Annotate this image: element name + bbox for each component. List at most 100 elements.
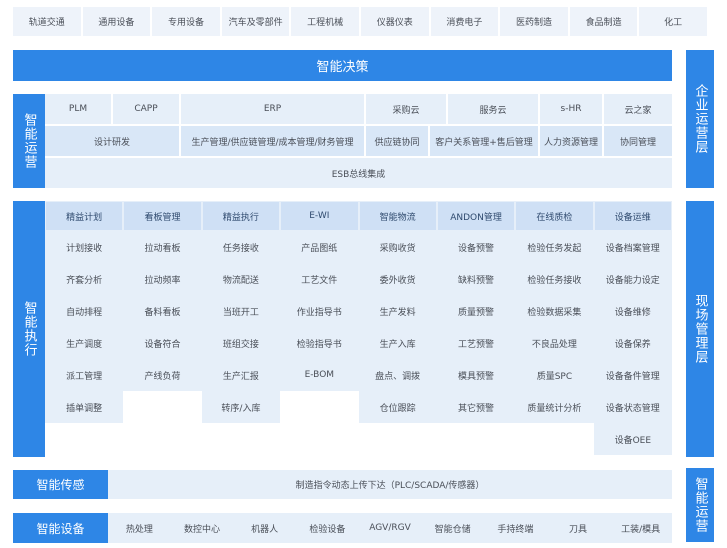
equipment-item: 智能仓储 bbox=[421, 513, 484, 543]
operation-system: 采购云 bbox=[366, 94, 446, 124]
sensing-label: 智能传感 bbox=[13, 470, 108, 499]
execution-header: 设备运维 bbox=[594, 202, 671, 230]
equipment-label: 智能设备 bbox=[13, 513, 108, 543]
execution-label: 智能执行 bbox=[13, 201, 45, 457]
execution-item: 检验任务发起 bbox=[516, 232, 593, 262]
operation-system: PLM bbox=[45, 94, 111, 124]
equipment-item: 手持终端 bbox=[484, 513, 547, 543]
empty-slot bbox=[123, 391, 202, 457]
sensing-text-bar: 制造指令动态上传下达（PLC/SCADA/传感器） bbox=[108, 470, 672, 499]
execution-item: 设备档案管理 bbox=[594, 232, 671, 262]
equipment-item: 工装/模具 bbox=[609, 513, 672, 543]
operation-function: 人力资源管理 bbox=[540, 126, 602, 156]
operation-system: 云之家 bbox=[604, 94, 672, 124]
industry-item: 汽车及零部件 bbox=[221, 7, 290, 36]
execution-item: 设备OEE bbox=[594, 424, 671, 454]
execution-item: 模具预警 bbox=[437, 360, 515, 390]
execution-header: E-WI bbox=[281, 202, 358, 230]
execution-item: 计划接收 bbox=[46, 232, 123, 262]
execution-item: 设备符合 bbox=[124, 328, 201, 358]
execution-item: 不良品处理 bbox=[516, 328, 593, 358]
industry-bar: 轨道交通 通用设备 专用设备 汽车及零部件 工程机械 仪器仪表 消费电子 医药制造 食品制造 化工 bbox=[13, 7, 707, 36]
execution-item: 工艺预警 bbox=[437, 328, 515, 358]
operation-system: s-HR bbox=[540, 94, 602, 124]
equipment-item: 刀具 bbox=[546, 513, 610, 543]
execution-item: 设备状态管理 bbox=[594, 392, 671, 422]
execution-header: 精益计划 bbox=[46, 202, 123, 230]
execution-item: 齐套分析 bbox=[46, 264, 123, 294]
execution-item: 转序/入库 bbox=[202, 392, 280, 422]
execution-header: 看板管理 bbox=[124, 202, 201, 230]
operation-panel: PLM CAPP ERP 采购云 服务云 s-HR 云之家设计研发 生产管理/供应链管理/成本… bbox=[45, 94, 672, 188]
operation-function: 生产管理/供应链管理/成本管理/财务管理 bbox=[181, 126, 364, 156]
execution-item: 质量统计分析 bbox=[516, 392, 593, 422]
execution-header: 精益执行 bbox=[202, 202, 280, 230]
execution-item: 拉动看板 bbox=[124, 232, 201, 262]
execution-item: 拉动频率 bbox=[124, 264, 201, 294]
execution-header: 智能物流 bbox=[359, 202, 436, 230]
operation-system: ERP bbox=[181, 94, 364, 124]
operation-label: 智能运营 bbox=[13, 94, 45, 188]
execution-item: 物流配送 bbox=[202, 264, 280, 294]
execution-item: 产线负荷 bbox=[124, 360, 201, 390]
industry-item: 医药制造 bbox=[500, 7, 568, 36]
enterprise-layer-label: 企业运营层 bbox=[686, 50, 714, 188]
equipment-bar: 热处理 数控中心 机器人 检验设备 AGV/RGV 智能仓储 手持终端 刀具 工装/模具 bbox=[108, 513, 672, 543]
esb-bus: ESB总线集成 bbox=[45, 158, 672, 188]
decision-title: 智能决策 bbox=[316, 60, 369, 75]
execution-item: 设备保养 bbox=[594, 328, 671, 358]
empty-slot bbox=[593, 455, 672, 457]
execution-item: 委外收货 bbox=[359, 264, 436, 294]
execution-item: 任务接收 bbox=[202, 232, 280, 262]
ops-layer-label: 智能运营 bbox=[686, 468, 714, 542]
execution-item: 设备维修 bbox=[594, 296, 671, 326]
execution-item: 工艺文件 bbox=[281, 264, 358, 294]
execution-item: 盘点、调拨 bbox=[359, 360, 436, 390]
execution-item: 自动排程 bbox=[46, 296, 123, 326]
operation-system: 服务云 bbox=[448, 94, 538, 124]
industry-item: 消费电子 bbox=[430, 7, 499, 36]
execution-item: 作业指导书 bbox=[281, 296, 358, 326]
execution-panel: 精益计划 看板管理 精益执行 E-WI 智能物流 ANDON管理 在线质检 设备运维计划接收齐… bbox=[45, 201, 672, 457]
industry-item: 食品制造 bbox=[569, 7, 638, 36]
execution-item: 仓位跟踪 bbox=[359, 392, 436, 422]
execution-item: 生产发料 bbox=[359, 296, 436, 326]
equipment-item: 热处理 bbox=[108, 513, 171, 543]
execution-item: 检验数据采集 bbox=[516, 296, 593, 326]
execution-item: 质量预警 bbox=[437, 296, 515, 326]
execution-item: E-BOM bbox=[281, 360, 358, 390]
industry-item: 通用设备 bbox=[82, 7, 151, 36]
empty-slot bbox=[436, 423, 516, 457]
equipment-item: 数控中心 bbox=[170, 513, 234, 543]
execution-item: 缺料预警 bbox=[437, 264, 515, 294]
empty-slot bbox=[280, 391, 359, 457]
execution-item: 插单调整 bbox=[46, 392, 123, 422]
empty-slot bbox=[358, 423, 437, 457]
equipment-item: 机器人 bbox=[233, 513, 296, 543]
execution-item: 生产汇报 bbox=[202, 360, 280, 390]
operation-system: CAPP bbox=[113, 94, 179, 124]
execution-item: 检验任务接收 bbox=[516, 264, 593, 294]
industry-item: 仪器仪表 bbox=[361, 7, 429, 36]
operation-function: 客户关系管理+售后管理 bbox=[430, 126, 538, 156]
field-layer-label: 现场管理层 bbox=[686, 201, 714, 457]
execution-item: 检验指导书 bbox=[281, 328, 358, 358]
empty-slot bbox=[515, 423, 594, 457]
execution-header: ANDON管理 bbox=[437, 202, 515, 230]
industry-item: 轨道交通 bbox=[13, 7, 81, 36]
operation-function: 协同管理 bbox=[604, 126, 672, 156]
execution-item: 当班开工 bbox=[202, 296, 280, 326]
industry-item: 工程机械 bbox=[291, 7, 359, 36]
execution-item: 派工管理 bbox=[46, 360, 123, 390]
execution-item: 其它预警 bbox=[437, 392, 515, 422]
execution-header: 在线质检 bbox=[516, 202, 593, 230]
empty-slot bbox=[201, 423, 281, 457]
operation-function: 设计研发 bbox=[45, 126, 179, 156]
execution-item: 产品图纸 bbox=[281, 232, 358, 262]
equipment-item: 检验设备 bbox=[296, 513, 359, 543]
execution-item: 设备能力设定 bbox=[594, 264, 671, 294]
execution-item: 设备预警 bbox=[437, 232, 515, 262]
operation-function: 供应链协同 bbox=[366, 126, 428, 156]
execution-item: 采购收货 bbox=[359, 232, 436, 262]
execution-item: 质量SPC bbox=[516, 360, 593, 390]
